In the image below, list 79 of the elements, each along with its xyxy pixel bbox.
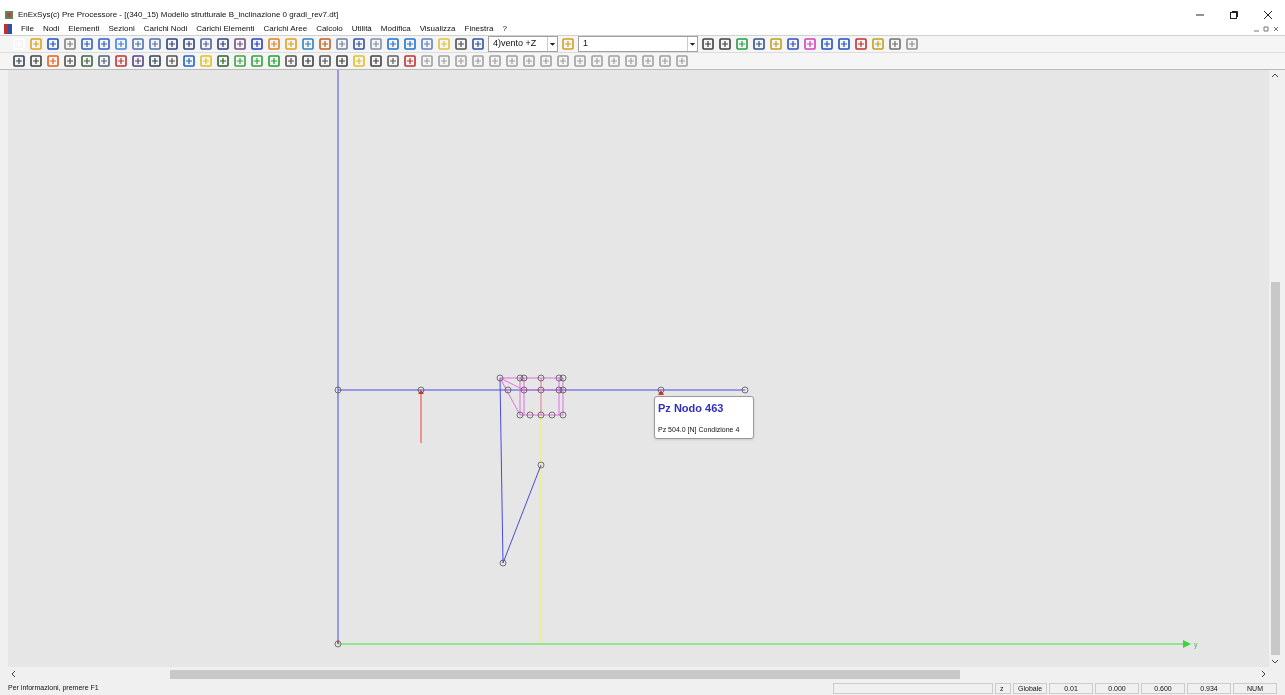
tool-icon[interactable] [386,54,400,68]
tool-icon[interactable] [46,54,60,68]
menu-item[interactable]: Modifica [380,22,411,35]
tool-icon[interactable] [80,37,94,51]
tool-icon[interactable] [854,37,868,51]
tool-icon[interactable] [369,37,383,51]
tool-icon[interactable] [318,54,332,68]
tool-icon[interactable] [148,37,162,51]
restore-icon[interactable] [1229,10,1239,20]
scrollbar-thumb[interactable] [1270,282,1280,655]
tool-icon[interactable] [114,37,128,51]
tool-icon[interactable] [114,54,128,68]
tool-icon[interactable] [318,37,332,51]
window-title: EnExSys(c) Pre Processore - [(340_15) Modello strutturale B_inclinazione 0 gradi_rev7.dt] [18,9,339,21]
tool-icon[interactable] [335,54,349,68]
tool-icon[interactable] [131,54,145,68]
tool-icon[interactable] [820,37,834,51]
tool-icon[interactable] [267,54,281,68]
tool-icon[interactable] [301,37,315,51]
tool-icon[interactable] [352,37,366,51]
dropdown[interactable]: 4)vento +Z [488,36,558,52]
menu-item[interactable]: Visualizza [419,22,456,35]
menu-item[interactable]: Finestra [464,22,494,35]
tool-icon[interactable] [803,37,817,51]
tool-icon[interactable] [131,37,145,51]
menu-item[interactable]: Sezioni [108,22,135,35]
tooltip-title: Pz Nodo 463 [658,401,725,416]
tool-icon[interactable] [718,37,732,51]
tool-icon[interactable] [369,54,383,68]
tool-icon[interactable] [29,54,43,68]
tool-icon[interactable] [97,37,111,51]
tool-icon[interactable] [80,54,94,68]
tool-icon[interactable] [403,54,417,68]
tool-icon[interactable] [216,54,230,68]
menu-item[interactable]: Nodi [42,22,60,35]
tool-icon[interactable] [46,37,60,51]
tool-icon[interactable] [148,54,162,68]
tool-icon[interactable] [63,37,77,51]
app-icon [4,10,14,20]
document-icon [4,23,12,34]
tool-icon[interactable] [454,37,468,51]
tool-icon[interactable] [12,54,26,68]
menu-item[interactable]: Carichi Aree [263,22,308,35]
tool-icon[interactable] [233,37,247,51]
menu-item[interactable]: Elementi [68,22,100,35]
scrollbar-thumb[interactable] [170,669,960,679]
tool-icon[interactable] [403,37,417,51]
tool-icon[interactable] [786,37,800,51]
tool-icon[interactable] [735,37,749,51]
dropdown[interactable]: 1 [578,36,698,52]
tool-icon[interactable] [250,37,264,51]
tool-icon[interactable] [63,54,77,68]
tool-icon[interactable] [752,37,766,51]
menu-item[interactable]: Carichi Elementi [196,22,255,35]
tool-icon[interactable] [165,54,179,68]
tool-icon[interactable] [701,37,715,51]
tool-icon[interactable] [335,37,349,51]
tool-icon[interactable] [250,54,264,68]
menu-item[interactable]: Utilità [351,22,372,35]
tool-icon[interactable] [97,54,111,68]
menu-item[interactable]: ? [502,22,507,35]
tool-icon[interactable] [837,37,851,51]
tool-icon[interactable] [888,37,902,51]
tool-icon[interactable] [216,37,230,51]
tool-icon[interactable] [386,37,400,51]
tool-icon[interactable] [182,54,196,68]
menu-item[interactable]: Calcolo [316,22,343,35]
tool-icon[interactable] [199,37,213,51]
tool-icon[interactable] [165,37,179,51]
window-controls-icon[interactable] [1253,24,1281,33]
menu-item[interactable]: Carichi Nodi [143,22,188,35]
menu-item[interactable]: File [21,22,34,35]
tool-icon[interactable] [233,54,247,68]
tool-icon[interactable] [301,54,315,68]
tool-icon[interactable] [471,37,485,51]
tool-icon[interactable] [182,37,196,51]
tool-icon[interactable] [284,54,298,68]
close-icon[interactable] [1263,10,1273,20]
tool-icon[interactable] [420,37,434,51]
